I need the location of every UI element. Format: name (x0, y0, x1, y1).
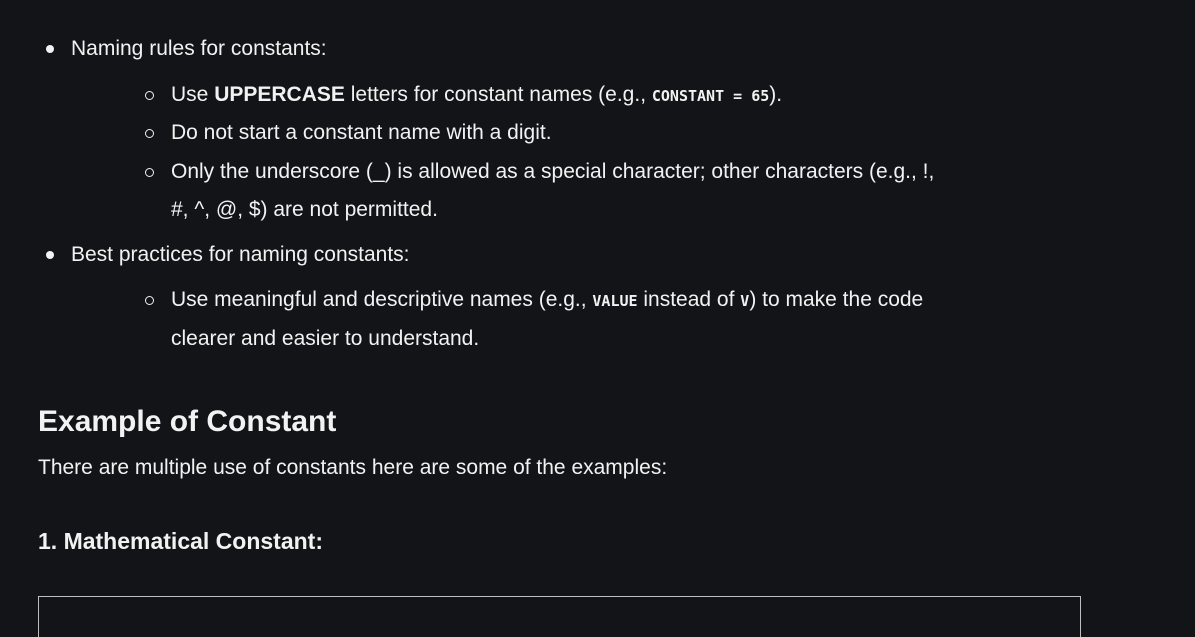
code-block (38, 596, 1081, 637)
list-item: Do not start a constant name with a digi… (171, 121, 552, 144)
list-item: Only the underscore (_) is allowed as a … (171, 160, 935, 183)
list-item: Use meaningful and descriptive names (e.… (171, 288, 924, 311)
bullet-icon (46, 45, 54, 53)
section-intro: There are multiple use of constants here… (38, 456, 668, 479)
circle-bullet-icon (145, 91, 154, 100)
circle-bullet-icon (145, 296, 154, 305)
list-item: Use UPPERCASE letters for constant names… (171, 83, 783, 106)
subheading: 1. Mathematical Constant: (38, 528, 323, 554)
list-item-continuation: clearer and easier to understand. (171, 327, 480, 350)
list-item-continuation: #, ^, @, $) are not permitted. (171, 198, 438, 221)
circle-bullet-icon (145, 129, 154, 138)
bullet-icon (46, 251, 54, 259)
list-item: Best practices for naming constants: (71, 243, 410, 266)
circle-bullet-icon (145, 168, 154, 177)
list-item: Naming rules for constants: (71, 37, 327, 60)
section-heading: Example of Constant (38, 405, 337, 438)
